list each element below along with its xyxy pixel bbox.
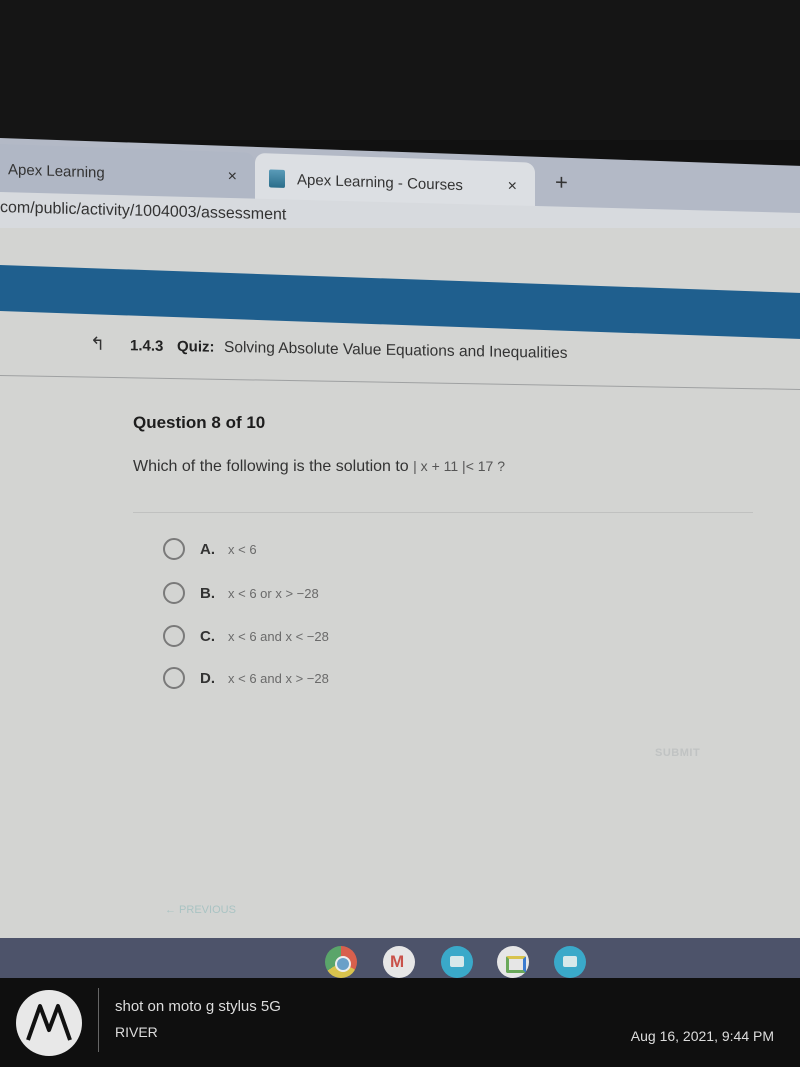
divider <box>133 512 753 513</box>
os-shelf <box>0 938 800 978</box>
files-icon[interactable] <box>554 946 586 978</box>
option-text: x < 6 and x > −28 <box>228 670 329 686</box>
chrome-icon[interactable] <box>325 946 357 978</box>
option-letter: A. <box>200 540 215 558</box>
quiz-label: Quiz: <box>177 338 215 356</box>
radio-button[interactable] <box>163 538 185 560</box>
apex-favicon-icon <box>269 169 285 188</box>
option-text: x < 6 and x < −28 <box>228 628 329 644</box>
option-letter: C. <box>200 627 215 645</box>
close-icon[interactable]: × <box>228 168 237 186</box>
quiz-number: 1.4.3 <box>130 337 164 355</box>
divider <box>98 988 99 1052</box>
tab-label: Apex Learning - Courses <box>297 170 463 194</box>
back-arrow-icon[interactable]: ↰ <box>90 334 105 355</box>
option-text: x < 6 or x > −28 <box>228 585 319 601</box>
gmail-icon[interactable] <box>383 946 415 978</box>
motorola-logo-icon <box>16 990 82 1056</box>
url-text[interactable]: com/public/activity/1004003/assessment <box>0 199 286 224</box>
question-expression: | x + 11 |< 17 ? <box>413 458 506 474</box>
option-text: x < 6 <box>228 541 257 557</box>
files-icon[interactable] <box>441 946 473 978</box>
tab-label: Apex Learning <box>8 160 105 182</box>
answer-option-c[interactable]: C. x < 6 and x < −28 <box>163 623 329 649</box>
answer-option-d[interactable]: D. x < 6 and x > −28 <box>163 665 329 691</box>
question-text: Which of the following is the solution t… <box>133 458 414 475</box>
radio-button[interactable] <box>163 667 185 689</box>
question-counter: Question 8 of 10 <box>133 413 266 432</box>
new-tab-button[interactable]: + <box>555 169 568 195</box>
photo-timestamp: Aug 16, 2021, 9:44 PM <box>630 1028 774 1044</box>
previous-button[interactable]: ← PREVIOUS <box>165 904 236 916</box>
answer-option-a[interactable]: A. x < 6 <box>163 536 257 562</box>
device-label: shot on moto g stylus 5G <box>115 998 281 1015</box>
device-name: RIVER <box>115 1024 158 1040</box>
answer-option-b[interactable]: B. x < 6 or x > −28 <box>163 580 319 606</box>
meet-icon[interactable] <box>497 946 529 978</box>
option-letter: D. <box>200 669 215 687</box>
option-letter: B. <box>200 584 215 602</box>
submit-button[interactable]: SUBMIT <box>655 747 700 759</box>
quiz-title: Solving Absolute Value Equations and Ine… <box>224 338 568 362</box>
screen-bezel <box>0 0 800 140</box>
question-prompt: Which of the following is the solution t… <box>133 458 505 476</box>
radio-button[interactable] <box>163 582 185 604</box>
close-icon[interactable]: × <box>508 178 517 196</box>
camera-watermark: shot on moto g stylus 5G RIVER Aug 16, 2… <box>0 978 800 1067</box>
radio-button[interactable] <box>163 625 185 647</box>
